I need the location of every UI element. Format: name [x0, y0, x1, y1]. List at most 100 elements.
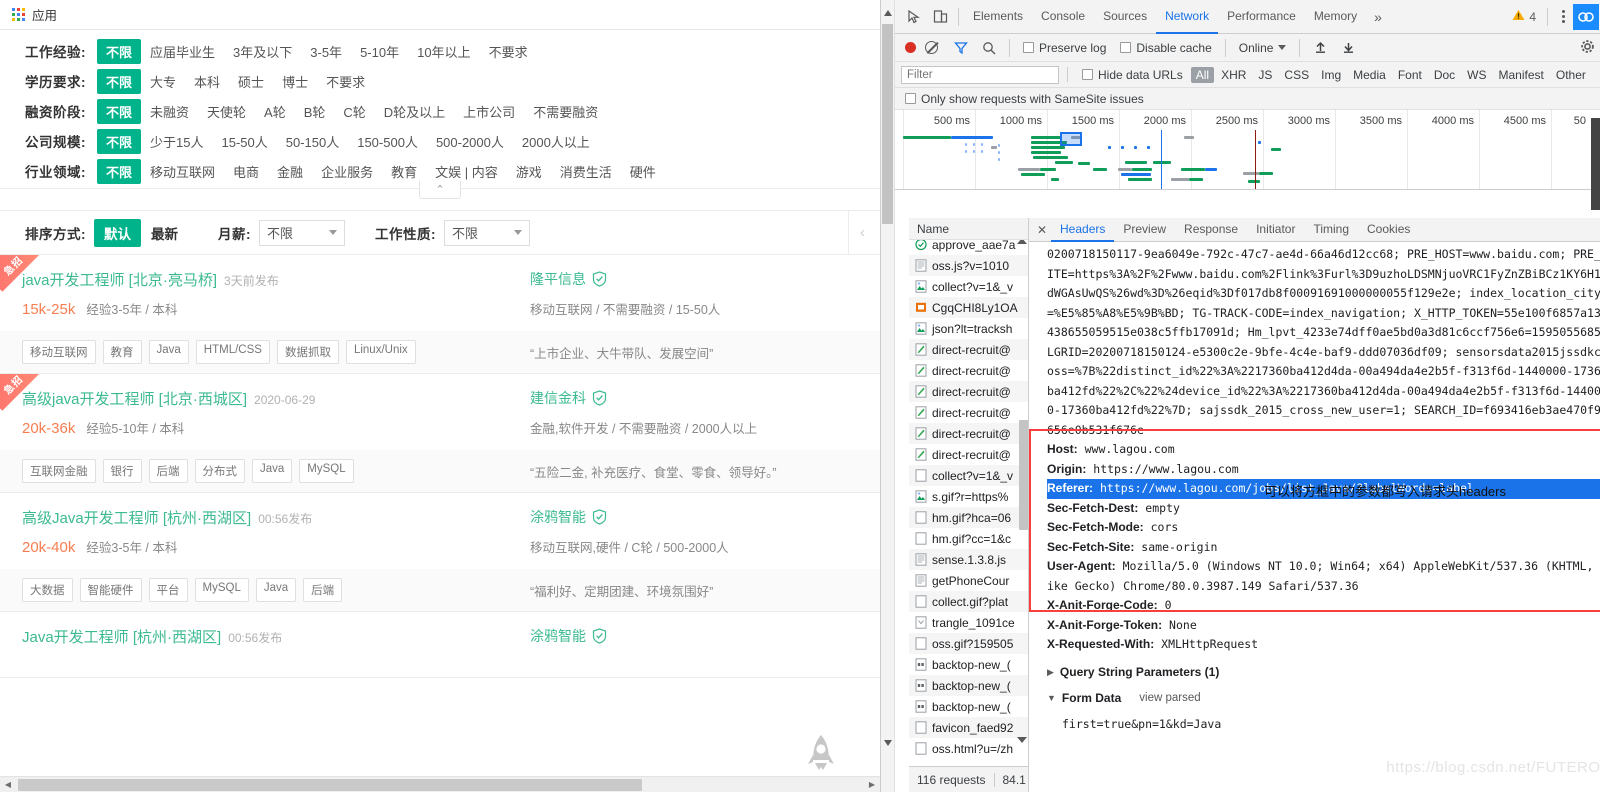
request-row[interactable]: oss.gif?159505 — [909, 633, 1028, 654]
request-row[interactable]: collect?v=1&_v — [909, 276, 1028, 297]
job-tag[interactable]: 分布式 — [194, 459, 245, 483]
horizontal-scrollbar[interactable]: ◀ ▶ — [0, 776, 880, 792]
request-row[interactable]: favicon_faed92 — [909, 717, 1028, 738]
gear-icon[interactable] — [1580, 39, 1595, 57]
job-tag[interactable]: Java — [255, 578, 297, 602]
prev-page-button[interactable]: ‹ — [848, 211, 876, 254]
job-title[interactable]: 高级java开发工程师 [北京·西城区] — [22, 388, 247, 409]
list-scroll-down-icon[interactable] — [1017, 737, 1027, 743]
funnel-icon[interactable] — [948, 35, 974, 61]
detail-tab-timing[interactable]: Timing — [1304, 218, 1358, 242]
magnifier-icon[interactable] — [976, 35, 1002, 61]
filter-option-size-6[interactable]: 2000人以上 — [513, 129, 599, 154]
filter-option-size-2[interactable]: 15-50人 — [212, 129, 276, 154]
filter-option-size-3[interactable]: 50-150人 — [277, 129, 348, 154]
request-row[interactable]: getPhoneCour — [909, 570, 1028, 591]
close-detail-icon[interactable]: ✕ — [1033, 223, 1051, 237]
company-name[interactable]: 建信金科 — [530, 388, 586, 408]
request-row[interactable]: direct-recruit@ — [909, 402, 1028, 423]
filter-option-fund-4[interactable]: B轮 — [295, 99, 335, 124]
request-row[interactable]: oss.js?v=1010 — [909, 255, 1028, 276]
filter-option-ind-6[interactable]: 文娱 | 内容 — [426, 159, 507, 184]
throttling-select[interactable]: Online — [1233, 41, 1293, 55]
job-tag[interactable]: 后端 — [303, 578, 343, 602]
detail-tab-initiator[interactable]: Initiator — [1247, 218, 1304, 242]
filter-option-ind-8[interactable]: 消费生活 — [551, 159, 621, 184]
tab-console[interactable]: Console — [1032, 0, 1094, 34]
filter-option-fund-7[interactable]: 上市公司 — [454, 99, 524, 124]
request-row[interactable]: CgqCHI8Ly1OA — [909, 297, 1028, 318]
hide-data-urls-checkbox[interactable]: Hide data URLs — [1076, 68, 1189, 82]
warning-badge[interactable]: 4 — [1512, 9, 1542, 24]
job-title[interactable]: 高级Java开发工程师 [杭州·西湖区] — [22, 507, 251, 528]
collapse-filters-button[interactable]: ⌃ — [419, 181, 461, 199]
job-tag[interactable]: 数据抓取 — [276, 340, 339, 364]
company-name[interactable]: 隆平信息 — [530, 269, 586, 289]
detail-tab-response[interactable]: Response — [1175, 218, 1247, 242]
filter-option-exp-2[interactable]: 3年及以下 — [224, 39, 301, 64]
detail-tab-preview[interactable]: Preview — [1114, 218, 1175, 242]
salary-select[interactable]: 不限 — [259, 219, 345, 246]
filter-option-ind-3[interactable]: 金融 — [268, 159, 312, 184]
filter-option-exp-4[interactable]: 5-10年 — [351, 39, 408, 64]
page-vertical-scrollbar[interactable] — [881, 0, 895, 792]
filter-type-ws[interactable]: WS — [1462, 67, 1491, 83]
scroll-down-arrow-icon[interactable] — [884, 740, 892, 746]
request-row[interactable]: direct-recruit@ — [909, 423, 1028, 444]
job-tag[interactable]: 互联网金融 — [22, 459, 96, 483]
record-dot-icon[interactable] — [905, 42, 916, 53]
tab-network[interactable]: Network — [1156, 0, 1219, 34]
request-row[interactable]: collect?v=1&_v — [909, 465, 1028, 486]
request-row[interactable]: direct-recruit@ — [909, 339, 1028, 360]
list-scroll-up-icon[interactable] — [1017, 240, 1027, 244]
filter-option-fund-0[interactable]: 不限 — [97, 98, 142, 124]
request-row[interactable]: backtop-new_( — [909, 696, 1028, 717]
scrollbar-thumb[interactable] — [18, 778, 642, 791]
filter-option-size-5[interactable]: 500-2000人 — [427, 129, 513, 154]
filter-option-exp-5[interactable]: 10年以上 — [408, 39, 479, 64]
filter-option-ind-1[interactable]: 移动互联网 — [141, 159, 224, 184]
vue-devtools-icon[interactable] — [1573, 3, 1599, 30]
filter-type-css[interactable]: CSS — [1279, 67, 1314, 83]
request-row[interactable]: oss.html?u=/zh — [909, 738, 1028, 759]
filter-type-xhr[interactable]: XHR — [1216, 67, 1251, 83]
company-name[interactable]: 涂鸦智能 — [530, 626, 586, 646]
job-tag[interactable]: 智能硬件 — [79, 578, 142, 602]
view-parsed-link[interactable]: view parsed — [1139, 687, 1200, 709]
filter-option-exp-1[interactable]: 应届毕业生 — [141, 39, 224, 64]
job-tag[interactable]: MySQL — [194, 578, 249, 602]
request-row[interactable]: s.gif?r=https% — [909, 486, 1028, 507]
request-row[interactable]: direct-recruit@ — [909, 444, 1028, 465]
filter-option-fund-5[interactable]: C轮 — [334, 99, 374, 124]
job-tag[interactable]: MySQL — [299, 459, 354, 483]
job-tag[interactable]: 后端 — [148, 459, 188, 483]
export-arrow-icon[interactable] — [1335, 35, 1361, 61]
scroll-right-arrow-icon[interactable]: ▶ — [864, 777, 880, 792]
filter-option-ind-4[interactable]: 企业服务 — [312, 159, 382, 184]
request-row[interactable]: sense.1.3.8.js — [909, 549, 1028, 570]
sort-option-default[interactable]: 默认 — [94, 218, 141, 247]
detail-tab-cookies[interactable]: Cookies — [1358, 218, 1419, 242]
filter-type-all[interactable]: All — [1190, 66, 1215, 83]
request-row[interactable]: approve_aae7a — [909, 240, 1028, 255]
filter-type-media[interactable]: Media — [1348, 67, 1391, 83]
job-card[interactable]: Java开发工程师 [杭州·西湖区] 00:56发布 涂鸦智能 — [0, 612, 880, 678]
filter-option-ind-2[interactable]: 电商 — [224, 159, 268, 184]
job-tag[interactable]: Linux/Unix — [345, 340, 416, 364]
filter-option-size-1[interactable]: 少于15人 — [141, 129, 212, 154]
network-overview-timeline[interactable]: 500 ms 1000 ms 1500 ms 2000 ms 2500 ms 3… — [895, 110, 1600, 190]
filter-option-edu-3[interactable]: 硕士 — [229, 69, 273, 94]
import-arrow-icon[interactable] — [1307, 35, 1333, 61]
filter-option-fund-1[interactable]: 未融资 — [141, 99, 198, 124]
tab-memory[interactable]: Memory — [1305, 0, 1366, 34]
job-title[interactable]: Java开发工程师 [杭州·西湖区] — [22, 626, 221, 647]
filter-option-ind-7[interactable]: 游戏 — [507, 159, 551, 184]
filter-option-size-4[interactable]: 150-500人 — [348, 129, 427, 154]
filter-type-other[interactable]: Other — [1551, 67, 1591, 83]
preserve-log-checkbox[interactable]: Preserve log — [1017, 41, 1112, 55]
job-tag[interactable]: 教育 — [102, 340, 142, 364]
filter-option-edu-1[interactable]: 大专 — [141, 69, 185, 94]
scroll-left-arrow-icon[interactable]: ◀ — [0, 777, 16, 792]
job-tag[interactable]: Java — [148, 340, 189, 364]
filter-type-img[interactable]: Img — [1316, 67, 1346, 83]
